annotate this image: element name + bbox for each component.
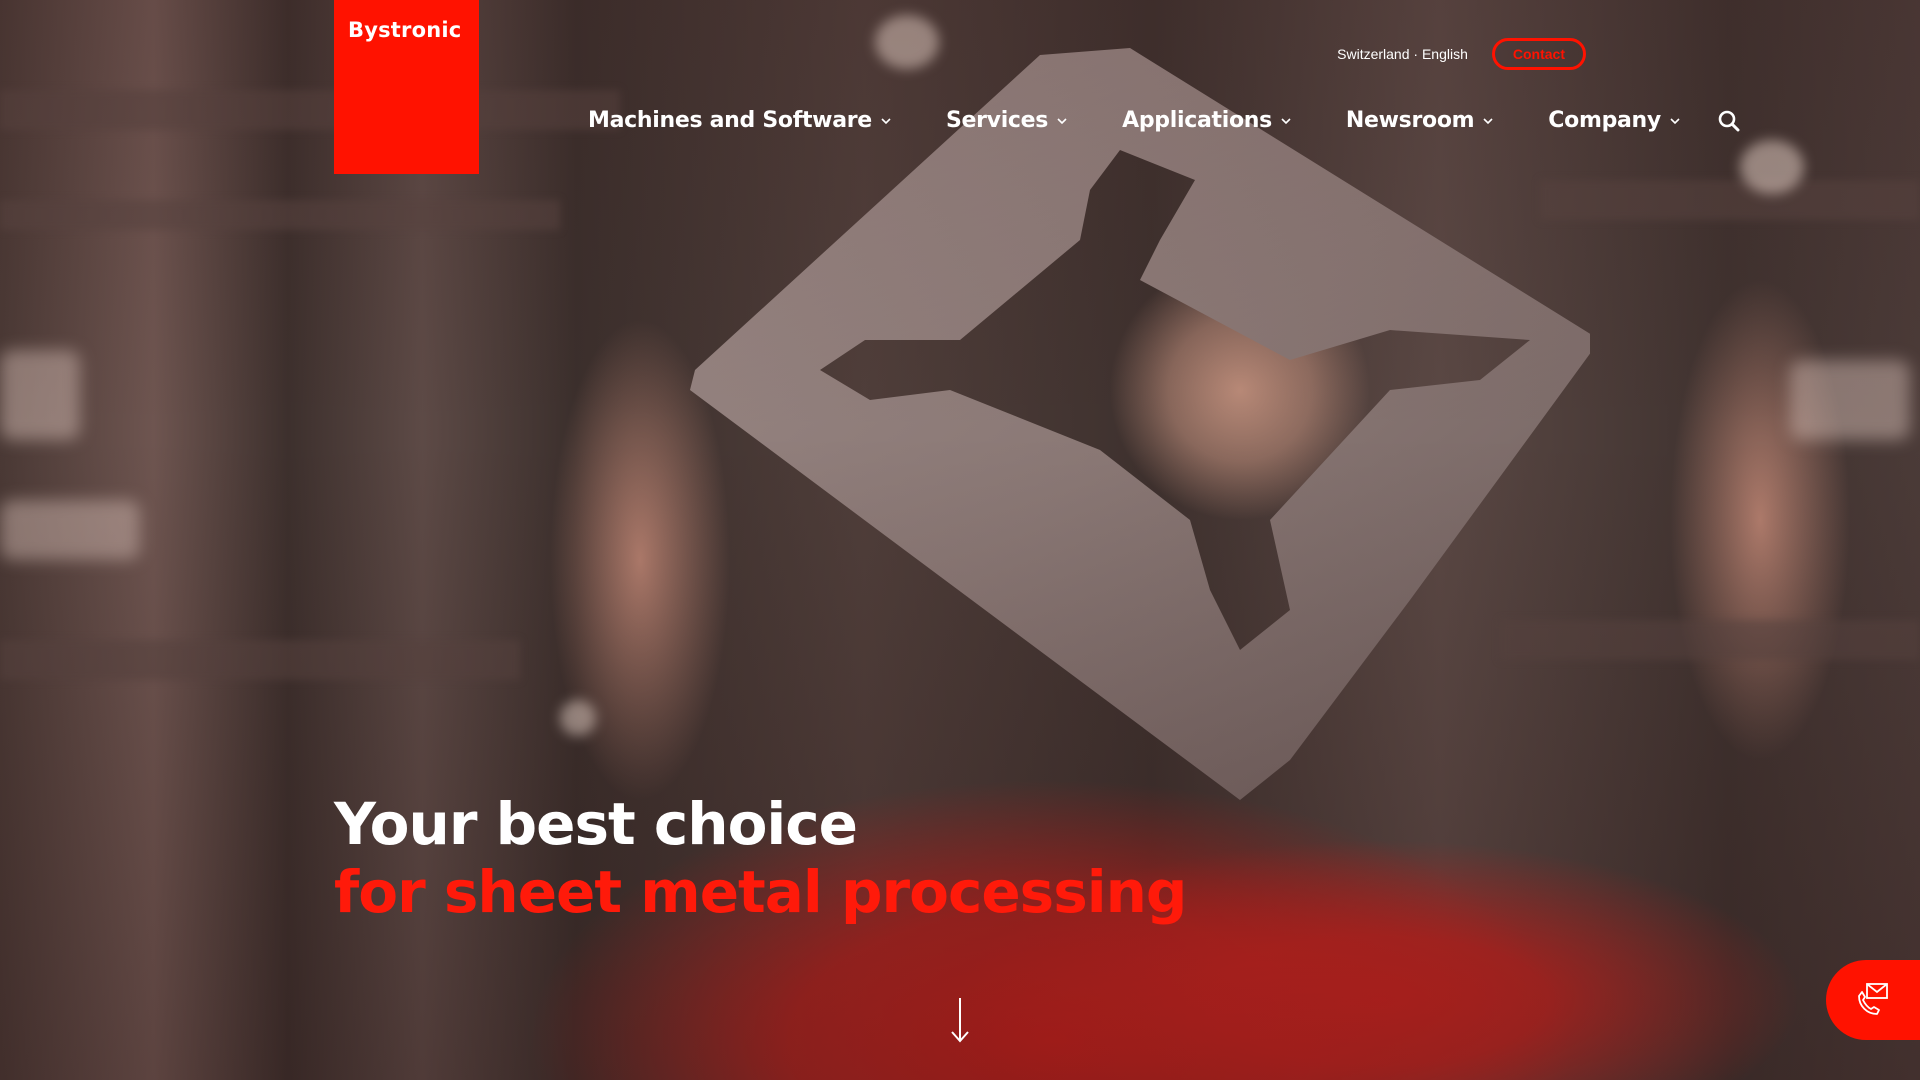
page: Bystronic Switzerland · English Contact … (0, 0, 1920, 1080)
nav-item-label: Newsroom (1345, 108, 1475, 133)
hero-headline-line2: for sheet metal processing (334, 858, 1187, 926)
nav-item-company[interactable]: Company (1548, 108, 1681, 133)
nav-item-label: Applications (1122, 108, 1272, 133)
chevron-down-icon (880, 115, 892, 127)
search-icon[interactable] (1717, 109, 1741, 133)
nav-item-label: Services (945, 108, 1049, 133)
locale-selector[interactable]: Switzerland · English (1337, 46, 1468, 62)
logo: Bystronic (348, 18, 462, 42)
main-nav: Machines and Software Services Applicati… (588, 108, 1741, 133)
hero-headline-line1: Your best choice (334, 790, 858, 858)
nav-item-label: Machines and Software (588, 108, 872, 133)
floating-contact-button[interactable] (1826, 960, 1920, 1040)
chevron-down-icon (1056, 115, 1068, 127)
utility-bar: Switzerland · English Contact (1337, 36, 1586, 72)
nav-item-machines-and-software[interactable]: Machines and Software (588, 108, 892, 133)
nav-item-applications[interactable]: Applications (1122, 108, 1292, 133)
nav-item-services[interactable]: Services (946, 108, 1068, 133)
chevron-down-icon (1669, 115, 1681, 127)
nav-item-label: Company (1548, 108, 1661, 133)
arrow-down-icon[interactable] (948, 996, 972, 1044)
chevron-down-icon (1280, 115, 1292, 127)
hero-headline: Your best choice for sheet metal process… (334, 790, 1187, 926)
logo-link[interactable]: Bystronic (334, 0, 479, 174)
nav-item-newsroom[interactable]: Newsroom (1346, 108, 1494, 133)
phone-mail-icon (1853, 978, 1893, 1023)
contact-button[interactable]: Contact (1491, 38, 1586, 70)
chevron-down-icon (1482, 115, 1494, 127)
